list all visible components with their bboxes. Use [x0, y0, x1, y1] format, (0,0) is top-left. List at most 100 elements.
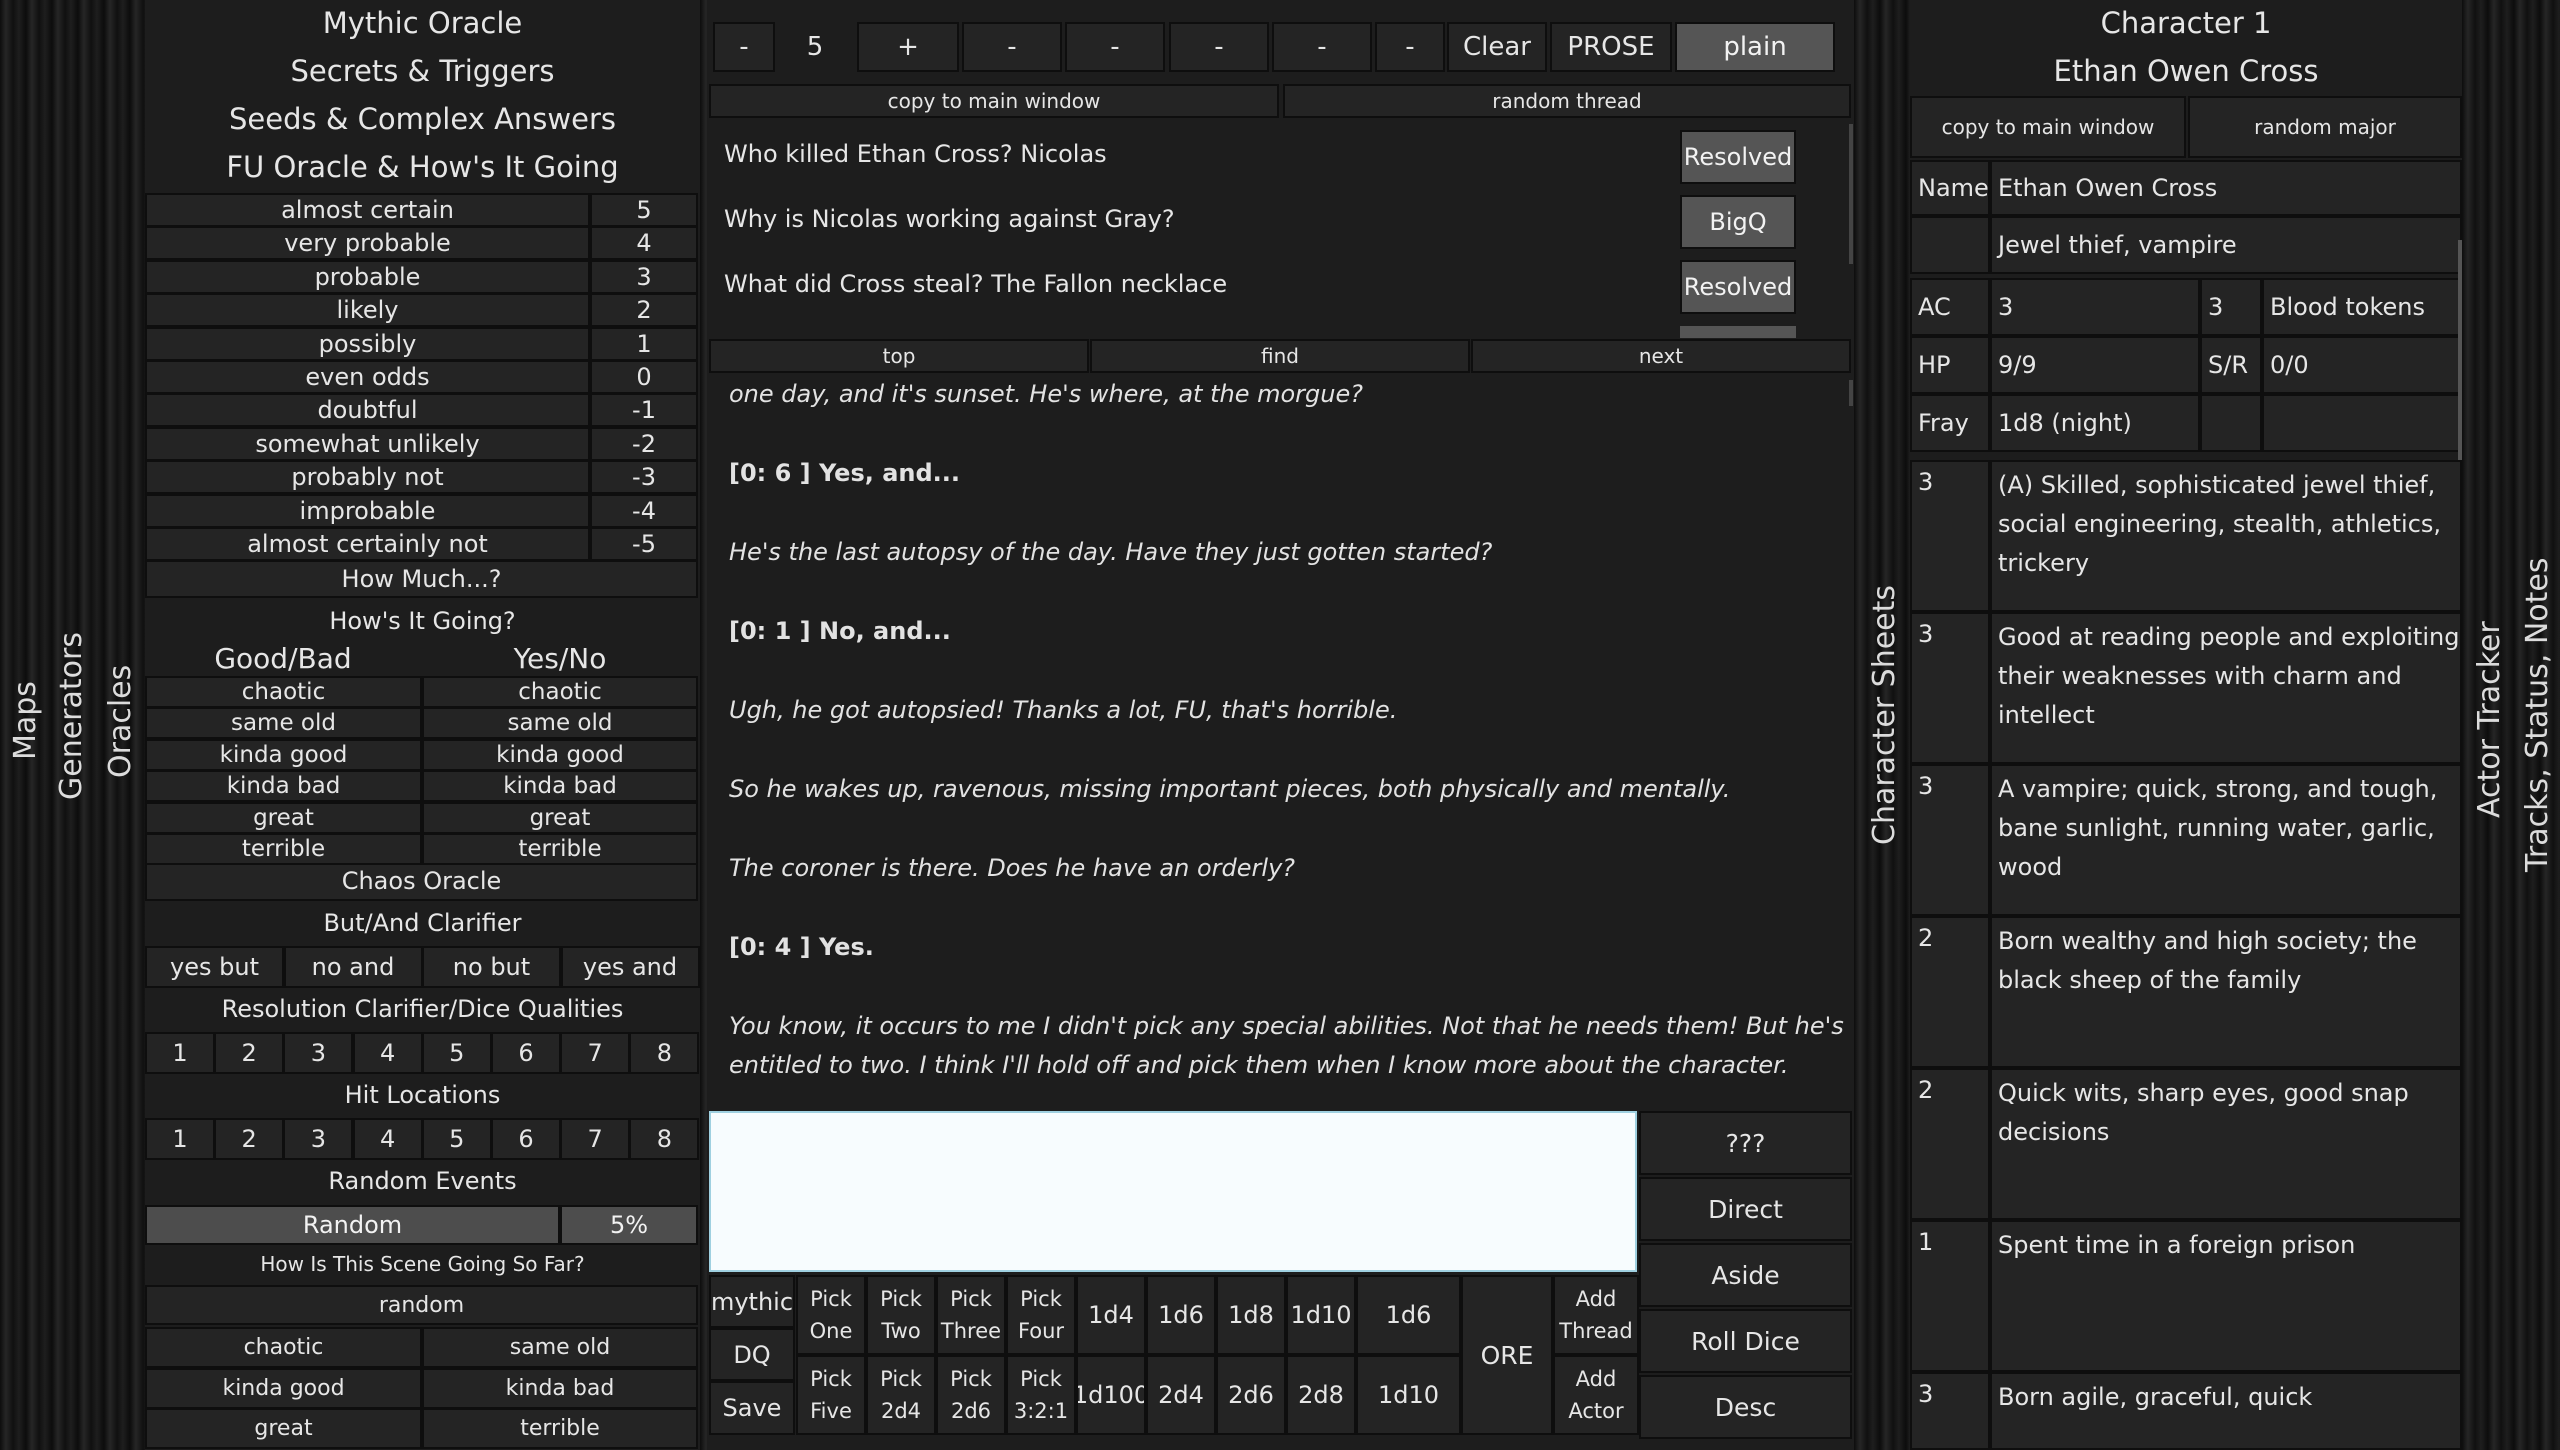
odds-label[interactable]: likely	[145, 293, 590, 328]
going-good-bad-cell[interactable]: terrible	[145, 833, 422, 865]
character-sheet-scrollbar[interactable]	[2458, 240, 2462, 460]
going-good-bad-cell[interactable]: great	[145, 801, 422, 834]
unknown-button[interactable]: ???	[1639, 1111, 1852, 1175]
name-value[interactable]: Ethan Owen Cross	[1990, 160, 2462, 216]
journal-scrollbar[interactable]	[1849, 380, 1853, 406]
trait-description[interactable]: A vampire; quick, strong, and tough, bane…	[1990, 764, 2462, 916]
odds-value[interactable]: 5	[590, 193, 698, 227]
random-event-chance[interactable]: 5%	[560, 1205, 698, 1245]
roll-1d10-button[interactable]: 1d10	[1286, 1275, 1356, 1355]
slot-button[interactable]: -	[962, 22, 1062, 72]
dq-button[interactable]: DQ	[709, 1328, 795, 1381]
slot-button[interactable]: -	[1272, 22, 1372, 72]
odds-label[interactable]: probably not	[145, 460, 590, 495]
stat-sr-value[interactable]: 0/0	[2262, 336, 2462, 394]
thread-status-button[interactable]: Resolved	[1680, 130, 1796, 184]
roll-1d6-button[interactable]: 1d6	[1356, 1275, 1461, 1355]
going-yes-no-cell[interactable]: kinda bad	[422, 770, 698, 803]
trait-description[interactable]: Spent time in a foreign prison	[1990, 1220, 2462, 1372]
going-good-bad-cell[interactable]: chaotic	[145, 676, 422, 708]
scene-left-cell[interactable]: great	[145, 1408, 422, 1449]
pick-321-button[interactable]: Pick 3:2:1	[1006, 1355, 1076, 1435]
resolution-number-button[interactable]: 1	[145, 1032, 215, 1074]
going-yes-no-cell[interactable]: great	[422, 801, 698, 834]
hit-location-number-button[interactable]: 1	[145, 1118, 215, 1160]
nav-find-button[interactable]: find	[1090, 339, 1470, 373]
going-good-bad-cell[interactable]: kinda bad	[145, 770, 422, 803]
roll-1d100-button[interactable]: 1d100	[1076, 1355, 1146, 1435]
copy-to-main-button[interactable]: copy to main window	[709, 84, 1279, 118]
concept-value[interactable]: Jewel thief, vampire	[1990, 216, 2462, 274]
hit-location-number-button[interactable]: 7	[560, 1118, 631, 1160]
thread-extra-status-button[interactable]	[1680, 326, 1796, 338]
odds-label[interactable]: almost certain	[145, 193, 590, 227]
going-good-bad-cell[interactable]: same old	[145, 707, 422, 740]
odds-value[interactable]: -3	[590, 460, 698, 495]
pick-2d6-button[interactable]: Pick 2d6	[936, 1355, 1006, 1435]
plain-button[interactable]: plain	[1675, 22, 1835, 72]
but-and-button[interactable]: yes but	[145, 946, 284, 988]
odds-label[interactable]: almost certainly not	[145, 527, 590, 561]
mythic-button[interactable]: mythic	[709, 1275, 795, 1328]
trait-description[interactable]: Born agile, graceful, quick	[1990, 1372, 2462, 1450]
odds-value[interactable]: 1	[590, 326, 698, 361]
hit-location-number-button[interactable]: 2	[214, 1118, 285, 1160]
odds-label[interactable]: very probable	[145, 226, 590, 261]
header-secrets-triggers[interactable]: Secrets & Triggers	[145, 54, 700, 88]
trait-description[interactable]: Good at reading people and exploiting the…	[1990, 612, 2462, 764]
header-fu-oracle[interactable]: FU Oracle & How's It Going	[145, 150, 700, 184]
scene-right-cell[interactable]: kinda bad	[422, 1367, 698, 1409]
trait-rank[interactable]: 3	[1910, 612, 1990, 764]
roll-1d4-button[interactable]: 1d4	[1076, 1275, 1146, 1355]
thread-text[interactable]: Who killed Ethan Cross? Nicolas	[724, 140, 1107, 168]
prose-button[interactable]: PROSE	[1550, 22, 1672, 72]
trait-rank[interactable]: 3	[1910, 1372, 1990, 1450]
trait-description[interactable]: Born wealthy and high society; the black …	[1990, 916, 2462, 1068]
stat-hp-value[interactable]: 9/9	[1990, 336, 2200, 394]
random-event-button[interactable]: Random	[145, 1205, 560, 1245]
add-thread-button[interactable]: Add Thread	[1553, 1275, 1639, 1355]
pick-2d4-button[interactable]: Pick 2d4	[866, 1355, 936, 1435]
tab-tracks-status-notes[interactable]: Tracks, Status, Notes	[2520, 557, 2555, 872]
but-and-button[interactable]: no and	[283, 946, 423, 988]
decrease-button[interactable]: -	[713, 22, 775, 72]
resolution-number-button[interactable]: 4	[352, 1032, 423, 1074]
thread-status-button[interactable]: Resolved	[1680, 260, 1796, 314]
char-copy-to-main-button[interactable]: copy to main window	[1910, 96, 2186, 158]
aside-button[interactable]: Aside	[1639, 1243, 1852, 1307]
scene-random-button[interactable]: random	[145, 1285, 698, 1325]
increase-button[interactable]: +	[857, 22, 959, 72]
going-yes-no-cell[interactable]: terrible	[422, 833, 698, 865]
hit-location-number-button[interactable]: 6	[491, 1118, 561, 1160]
header-mythic-oracle[interactable]: Mythic Oracle	[145, 6, 700, 40]
resolution-number-button[interactable]: 8	[629, 1032, 700, 1074]
pick-two-button[interactable]: Pick Two	[866, 1275, 936, 1355]
pick-three-button[interactable]: Pick Three	[936, 1275, 1006, 1355]
hit-location-number-button[interactable]: 3	[283, 1118, 354, 1160]
roll-dice-button[interactable]: Roll Dice	[1639, 1309, 1852, 1373]
roll-1d10-button[interactable]: 1d10	[1356, 1355, 1461, 1435]
trait-rank[interactable]: 2	[1910, 916, 1990, 1068]
ore-button[interactable]: ORE	[1461, 1275, 1553, 1435]
tab-character-sheets[interactable]: Character Sheets	[1867, 585, 1902, 845]
resolution-number-button[interactable]: 5	[421, 1032, 492, 1074]
odds-label[interactable]: doubtful	[145, 393, 590, 428]
scene-right-cell[interactable]: terrible	[422, 1408, 698, 1449]
odds-label[interactable]: somewhat unlikely	[145, 426, 590, 461]
odds-label[interactable]: possibly	[145, 326, 590, 361]
resolution-number-button[interactable]: 6	[491, 1032, 561, 1074]
trait-description[interactable]: Quick wits, sharp eyes, good snap decisio…	[1990, 1068, 2462, 1220]
add-actor-button[interactable]: Add Actor	[1553, 1355, 1639, 1435]
header-seeds-complex[interactable]: Seeds & Complex Answers	[145, 102, 700, 136]
but-and-button[interactable]: yes and	[560, 946, 700, 988]
resolution-number-button[interactable]: 3	[283, 1032, 354, 1074]
going-yes-no-cell[interactable]: chaotic	[422, 676, 698, 708]
odds-label[interactable]: improbable	[145, 493, 590, 528]
stat-fray-value[interactable]: 1d8 (night)	[1990, 394, 2200, 452]
trait-rank[interactable]: 3	[1910, 460, 1990, 612]
roll-2d4-button[interactable]: 2d4	[1146, 1355, 1216, 1435]
odds-value[interactable]: -4	[590, 493, 698, 528]
nav-top-button[interactable]: top	[709, 339, 1089, 373]
tab-oracles[interactable]: Oracles	[103, 665, 138, 778]
odds-value[interactable]: -2	[590, 426, 698, 461]
